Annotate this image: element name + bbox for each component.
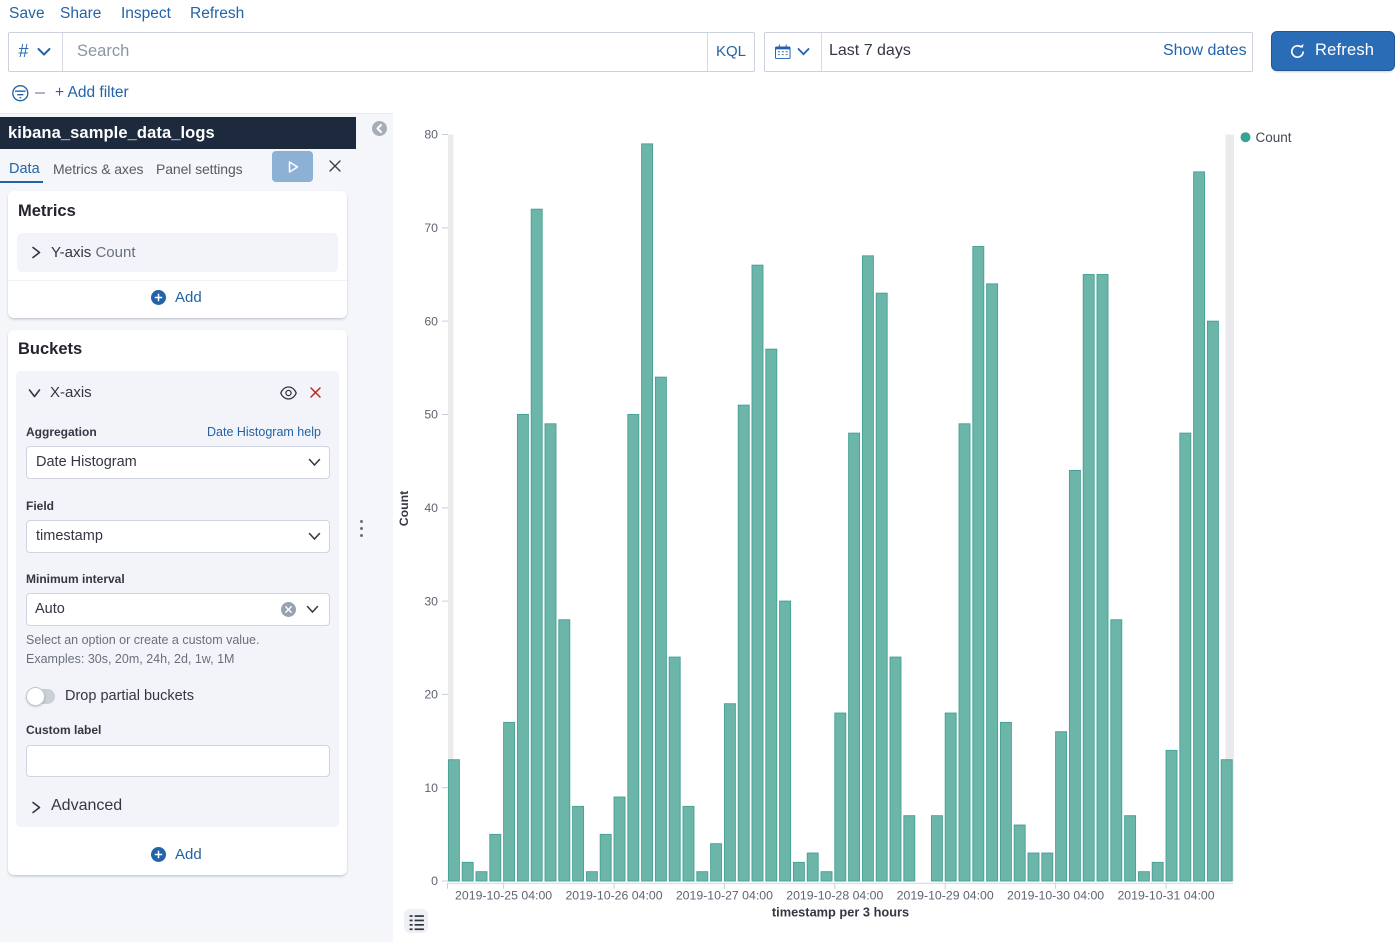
- svg-text:2019-10-27 04:00: 2019-10-27 04:00: [676, 889, 773, 903]
- svg-text:2019-10-29 04:00: 2019-10-29 04:00: [897, 889, 994, 903]
- svg-text:80: 80: [424, 128, 438, 142]
- svg-text:50: 50: [424, 408, 438, 422]
- svg-text:20: 20: [424, 688, 438, 702]
- svg-text:30: 30: [424, 594, 438, 608]
- svg-text:10: 10: [424, 781, 438, 795]
- svg-text:Count: Count: [1256, 130, 1292, 145]
- svg-text:40: 40: [424, 501, 438, 515]
- svg-text:2019-10-26 04:00: 2019-10-26 04:00: [565, 889, 662, 903]
- svg-text:0: 0: [431, 874, 438, 888]
- svg-text:2019-10-30 04:00: 2019-10-30 04:00: [1007, 889, 1104, 903]
- svg-text:Count: Count: [397, 491, 411, 527]
- svg-text:2019-10-28 04:00: 2019-10-28 04:00: [786, 889, 883, 903]
- svg-text:60: 60: [424, 314, 438, 328]
- svg-text:timestamp per 3 hours: timestamp per 3 hours: [772, 905, 909, 920]
- svg-text:70: 70: [424, 221, 438, 235]
- svg-text:2019-10-31 04:00: 2019-10-31 04:00: [1117, 889, 1214, 903]
- svg-text:2019-10-25 04:00: 2019-10-25 04:00: [455, 889, 552, 903]
